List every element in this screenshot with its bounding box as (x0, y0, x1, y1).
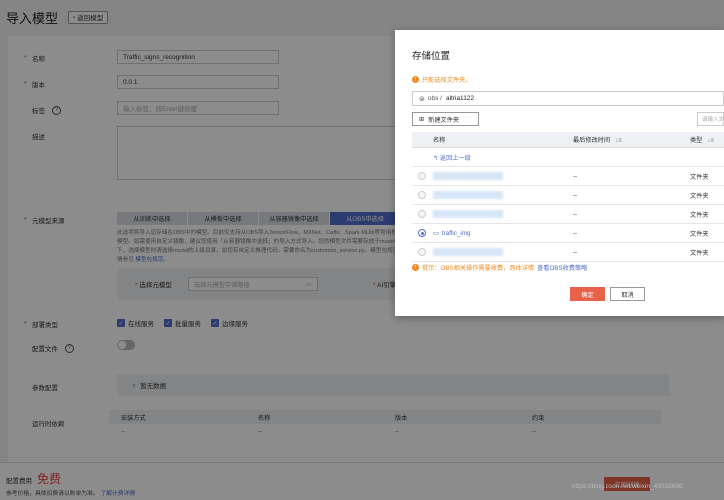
go-up-row[interactable]: ↰ 返回上一级 (412, 148, 724, 167)
radio-button[interactable] (418, 191, 426, 199)
radio-button-selected[interactable] (418, 229, 426, 237)
go-up-link[interactable]: ↰ 返回上一级 (433, 153, 471, 162)
sort-icon[interactable]: ↓≡ (615, 138, 622, 144)
storage-location-dialog: 存储位置 ! 只能选择文件夹。 ⊜ obs / altria1122 ⊞ 新建文… (395, 30, 724, 316)
cancel-button[interactable]: 取消 (610, 287, 645, 301)
new-folder-button[interactable]: ⊞ 新建文件夹 (412, 112, 479, 126)
radio-button[interactable] (418, 248, 426, 256)
arrow-up-icon: ↰ (433, 154, 440, 162)
folder-search-input[interactable]: 请输入文件夹名称 (697, 112, 724, 126)
info-icon: ! (412, 76, 419, 83)
col-type[interactable]: 类型 ↓≡ (690, 135, 714, 144)
folder-table: 名称 最后修改时间 ↓≡ 类型 ↓≡ ↰ 返回上一级 -- 文件夹 -- 文件夹 -… (412, 132, 724, 262)
confirm-button[interactable]: 确定 (570, 287, 605, 301)
list-item[interactable]: -- 文件夹 (412, 243, 724, 262)
folder-icon: ▭ (433, 229, 439, 237)
sort-icon[interactable]: ↓≡ (707, 138, 714, 144)
bucket-icon: ⊜ (419, 95, 425, 103)
folder-link[interactable]: ▭ traffic_img (433, 230, 470, 237)
folder-name-redacted[interactable] (433, 172, 503, 180)
watermark: https://blog.csdn.net/weixin_43033680 (572, 483, 683, 490)
radio-button[interactable] (418, 172, 426, 180)
folder-plus-icon: ⊞ (419, 115, 425, 123)
list-item[interactable]: -- 文件夹 (412, 186, 724, 205)
obs-pricing-link[interactable]: 查看OBS收费策略 (537, 263, 587, 272)
info-icon: ! (412, 264, 419, 271)
radio-button[interactable] (418, 210, 426, 218)
obs-fee-tip: ! 提示：OBS相关操作需要收费，具体详情 查看OBS收费策略 (412, 263, 587, 272)
folder-name-redacted[interactable] (433, 191, 503, 199)
folder-name-redacted[interactable] (433, 248, 503, 256)
folder-only-warning: ! 只能选择文件夹。 (412, 75, 472, 84)
list-item-selected[interactable]: ▭ traffic_img -- 文件夹 (412, 224, 724, 243)
col-name: 名称 (433, 137, 446, 144)
dialog-title: 存储位置 (412, 51, 451, 62)
folder-name-redacted[interactable] (433, 210, 503, 218)
list-item[interactable]: -- 文件夹 (412, 167, 724, 186)
path-breadcrumb[interactable]: ⊜ obs / altria1122 (412, 91, 724, 106)
folder-table-header: 名称 最后修改时间 ↓≡ 类型 ↓≡ (412, 132, 724, 148)
col-modified-time[interactable]: 最后修改时间 ↓≡ (573, 135, 622, 144)
list-item[interactable]: -- 文件夹 (412, 205, 724, 224)
